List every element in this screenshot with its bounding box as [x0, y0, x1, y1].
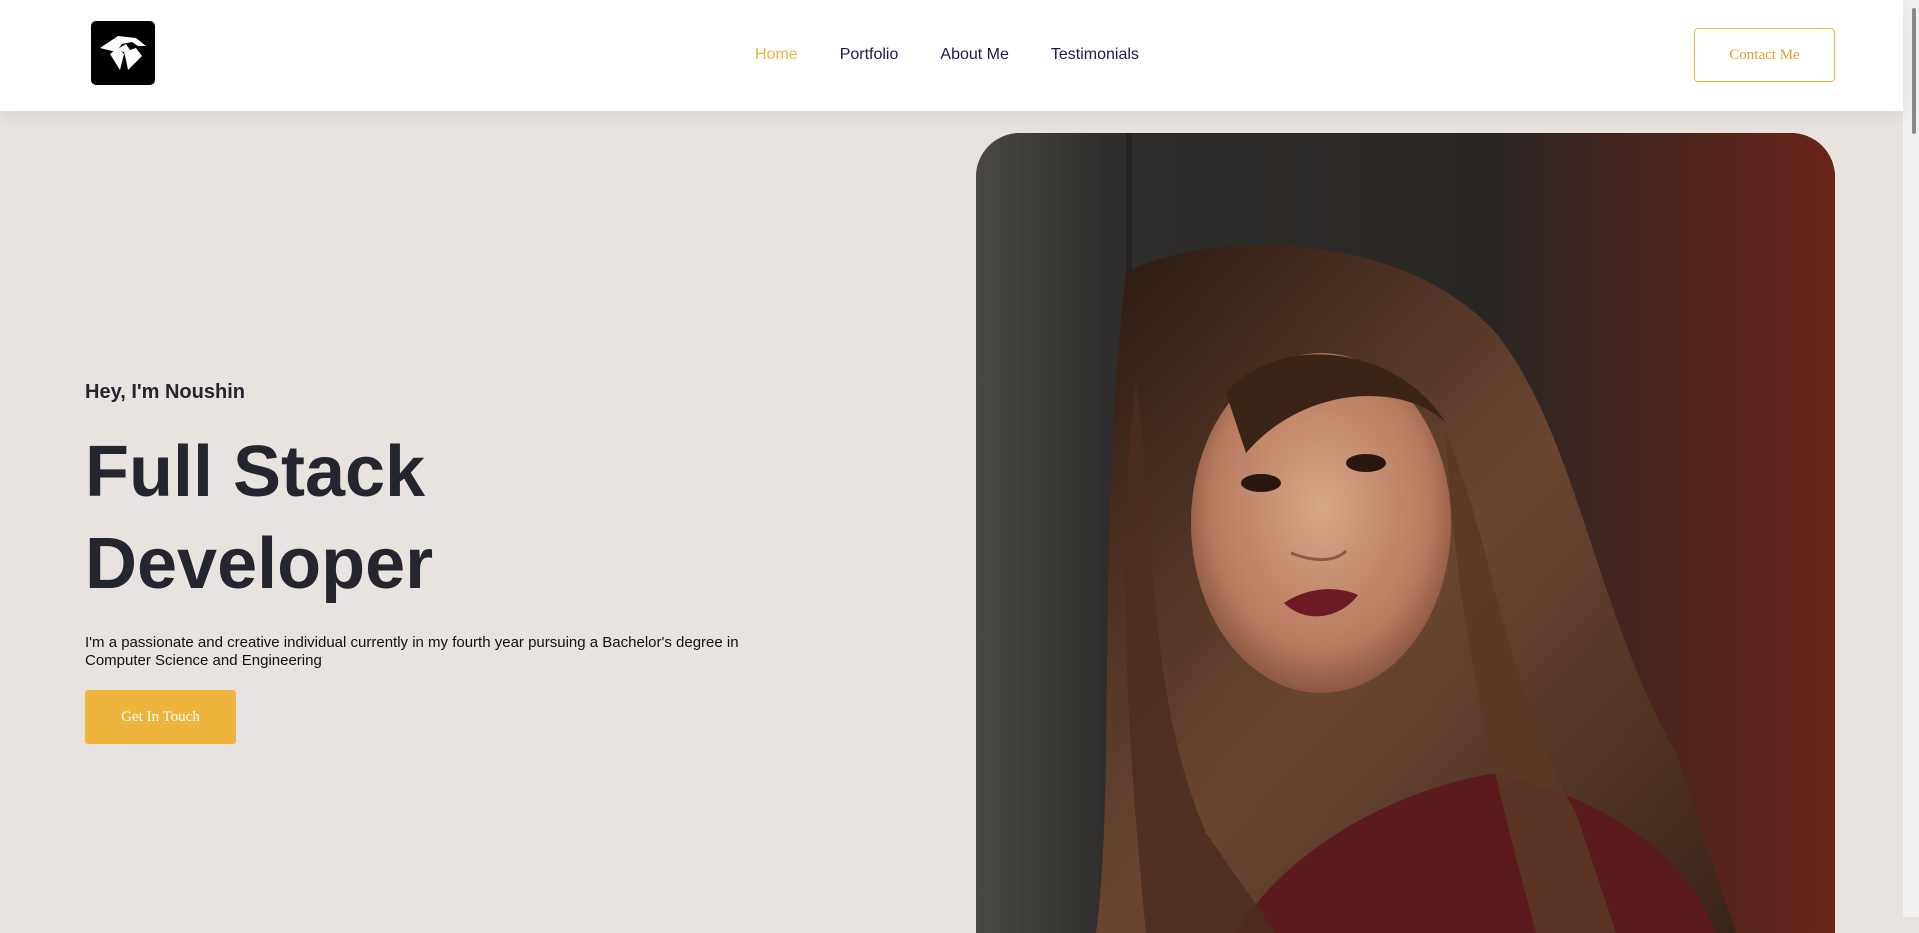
page-scrollbar[interactable]: [1903, 0, 1919, 917]
woman-portrait-illustration: [976, 133, 1835, 933]
hero-description: I'm a passionate and creative individual…: [85, 634, 739, 669]
nav-item-testimonials[interactable]: Testimonials: [1051, 44, 1139, 66]
headline: Full Stack Developer: [85, 426, 845, 610]
logo-icon[interactable]: [91, 21, 155, 85]
nav-item-home[interactable]: Home: [755, 44, 798, 66]
nav-item-portfolio[interactable]: Portfolio: [840, 44, 899, 66]
get-in-touch-button[interactable]: Get In Touch: [85, 690, 236, 744]
contact-me-button[interactable]: Contact Me: [1694, 28, 1835, 82]
scrollbar-thumb[interactable]: [1912, 8, 1916, 134]
headline-line-2: Developer: [85, 524, 434, 604]
headline-line-1: Full Stack: [85, 432, 426, 512]
site-header: Home Portfolio About Me Testimonials Con…: [0, 0, 1903, 111]
hero-text-section: Hey, I'm Noushin Full Stack Developer I'…: [85, 378, 845, 744]
nav-item-about-me[interactable]: About Me: [940, 44, 1008, 66]
main-nav: Home Portfolio About Me Testimonials: [755, 44, 1181, 66]
portrait-image: [976, 133, 1835, 933]
greeting-text: Hey, I'm Noushin: [85, 381, 245, 403]
